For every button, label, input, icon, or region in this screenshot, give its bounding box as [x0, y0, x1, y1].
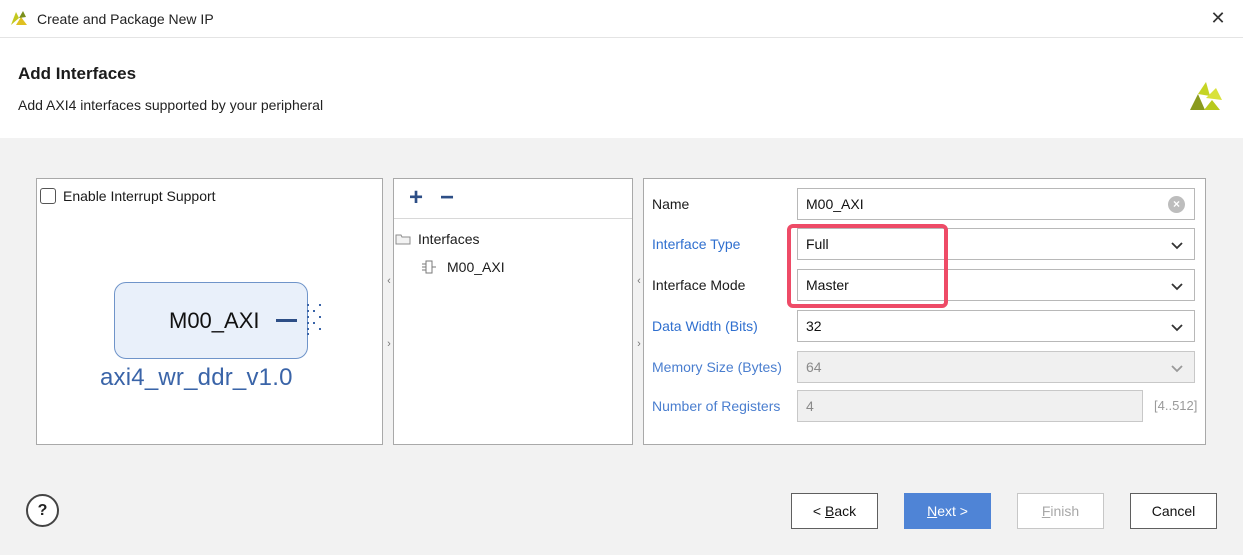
close-icon[interactable]: ✕ — [1207, 7, 1229, 29]
bus-interface-icon — [307, 304, 321, 335]
back-button[interactable]: < Back — [791, 493, 878, 529]
folder-icon — [395, 234, 411, 245]
help-button[interactable]: ? — [26, 494, 59, 527]
add-interface-icon[interactable]: + — [404, 185, 428, 211]
finish-button: Finish — [1017, 493, 1104, 529]
collapse-left-splitter[interactable]: ‹ — [385, 275, 393, 287]
vivado-app-icon — [11, 11, 27, 25]
num-registers-value: 4 — [806, 398, 814, 414]
interrupt-support-option[interactable]: Enable Interrupt Support — [40, 188, 216, 204]
back-rest: ack — [834, 503, 857, 519]
window-titlebar: Create and Package New IP ✕ — [0, 0, 1243, 38]
ip-symbol-panel: Enable Interrupt Support M00_AXI axi4_wr… — [36, 178, 383, 445]
window-title: Create and Package New IP — [37, 11, 214, 27]
tree-node-label: M00_AXI — [447, 259, 505, 275]
interface-mode-value: Master — [806, 277, 849, 293]
chevron-down-icon — [1171, 324, 1183, 332]
interface-type-value: Full — [806, 236, 829, 252]
chevron-down-icon — [1171, 283, 1183, 291]
page-title: Add Interfaces — [18, 64, 137, 83]
data-width-value: 32 — [806, 318, 822, 334]
tree-node-label: Interfaces — [418, 231, 480, 247]
num-registers-row: Number of Registers 4 [4..512] — [652, 390, 1198, 422]
memory-size-select: 64 — [797, 351, 1195, 383]
ip-name-label: axi4_wr_ddr_v1.0 — [100, 364, 293, 391]
memory-size-value: 64 — [806, 359, 822, 375]
ip-port-pin — [276, 319, 297, 322]
data-width-label: Data Width (Bits) — [652, 318, 758, 334]
name-row: Name M00_AXI × — [652, 188, 1198, 220]
chevron-down-icon — [1171, 242, 1183, 250]
name-field[interactable]: M00_AXI × — [797, 188, 1195, 220]
memory-size-label: Memory Size (Bytes) — [652, 359, 782, 375]
tree-node-interfaces[interactable]: Interfaces — [395, 231, 479, 247]
next-rest: ext > — [937, 503, 968, 519]
chevron-down-icon — [1171, 365, 1183, 373]
wizard-header: Add Interfaces Add AXI4 interfaces suppo… — [0, 38, 1243, 138]
next-mnemonic: N — [927, 503, 938, 519]
num-registers-range: [4..512] — [1154, 398, 1198, 413]
next-button[interactable]: Next > — [904, 493, 991, 529]
name-value: M00_AXI — [806, 196, 864, 212]
interface-type-select[interactable]: Full — [797, 228, 1195, 260]
tree-toolbar: + − — [394, 179, 632, 219]
finish-rest: inish — [1050, 503, 1080, 519]
data-width-select[interactable]: 32 — [797, 310, 1195, 342]
tree-node-m00-axi[interactable]: M00_AXI — [421, 259, 505, 275]
clear-icon[interactable]: × — [1168, 196, 1185, 213]
back-prefix: < — [812, 503, 825, 519]
interface-properties-panel: Name M00_AXI × Interface Type Full Inter… — [643, 178, 1206, 445]
interface-type-row: Interface Type Full — [652, 228, 1198, 260]
data-width-row: Data Width (Bits) 32 — [652, 310, 1198, 342]
interrupt-checkbox[interactable] — [40, 188, 56, 204]
back-mnemonic: B — [824, 503, 835, 519]
num-registers-field: 4 — [797, 390, 1143, 422]
interrupt-checkbox-label: Enable Interrupt Support — [63, 188, 216, 204]
interface-mode-label: Interface Mode — [652, 277, 746, 293]
collapse-right-splitter[interactable]: ‹ — [635, 275, 643, 287]
ip-port-label: M00_AXI — [169, 308, 260, 333]
num-registers-label: Number of Registers — [652, 398, 781, 414]
remove-interface-icon[interactable]: − — [435, 185, 459, 211]
wizard-body: Enable Interrupt Support M00_AXI axi4_wr… — [0, 138, 1243, 468]
interface-mode-row: Interface Mode Master — [652, 269, 1198, 301]
vivado-logo-icon — [1190, 82, 1222, 110]
memory-size-row: Memory Size (Bytes) 64 — [652, 351, 1198, 383]
expand-left-splitter[interactable]: › — [385, 338, 393, 350]
interfaces-tree-panel: + − Interfaces M00_AXI — [393, 178, 633, 445]
interface-mode-select[interactable]: Master — [797, 269, 1195, 301]
wizard-footer: ? < Back Next > Finish Cancel — [0, 468, 1243, 555]
name-label: Name — [652, 196, 690, 212]
page-subtitle: Add AXI4 interfaces supported by your pe… — [18, 97, 324, 113]
cancel-button[interactable]: Cancel — [1130, 493, 1217, 529]
expand-right-splitter[interactable]: › — [635, 338, 643, 350]
interface-icon — [422, 260, 436, 274]
interface-type-label: Interface Type — [652, 236, 741, 252]
